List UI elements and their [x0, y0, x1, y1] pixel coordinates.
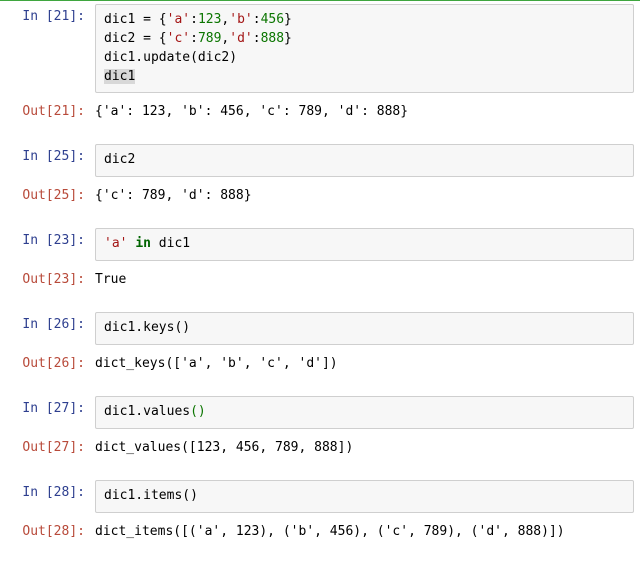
- output-text: {'c': 789, 'd': 888}: [95, 180, 640, 211]
- prompt-out: Out[27]:: [0, 432, 95, 463]
- code-keyword: in: [135, 236, 151, 251]
- code-text: dic1: [151, 236, 190, 251]
- output-cell: Out[23]: True: [0, 264, 640, 295]
- output-cell: Out[27]: dict_values([123, 456, 789, 888…: [0, 432, 640, 463]
- code-text: dic1.values: [104, 404, 190, 419]
- output-text: {'a': 123, 'b': 456, 'c': 789, 'd': 888}: [95, 96, 640, 127]
- prompt-out: Out[21]:: [0, 96, 95, 127]
- code-text: }: [284, 12, 292, 27]
- prompt-out: Out[26]:: [0, 348, 95, 379]
- code-text: :: [253, 12, 261, 27]
- code-input[interactable]: dic2: [95, 144, 634, 177]
- code-string: 'c': [167, 31, 190, 46]
- code-string: 'a': [167, 12, 190, 27]
- code-input[interactable]: dic1.items(): [95, 480, 634, 513]
- code-number: 456: [261, 12, 284, 27]
- code-input[interactable]: dic1.keys(): [95, 312, 634, 345]
- code-number: 789: [198, 31, 221, 46]
- prompt-in: In [25]:: [0, 141, 95, 172]
- code-text: :: [190, 12, 198, 27]
- output-text: dict_items([('a', 123), ('b', 456), ('c'…: [95, 516, 640, 547]
- code-text: dic1 = {: [104, 12, 167, 27]
- input-cell: In [28]: dic1.items(): [0, 477, 640, 516]
- output-text: dict_values([123, 456, 789, 888]): [95, 432, 640, 463]
- input-cell: In [23]: 'a' in dic1: [0, 225, 640, 264]
- prompt-in: In [27]:: [0, 393, 95, 424]
- code-text: :: [190, 31, 198, 46]
- input-cell: In [21]: dic1 = {'a':123,'b':456} dic2 =…: [0, 1, 640, 96]
- selected-text: dic1: [104, 69, 135, 84]
- input-cell: In [26]: dic1.keys(): [0, 309, 640, 348]
- code-string: 'b': [229, 12, 252, 27]
- input-cell: In [27]: dic1.values(): [0, 393, 640, 432]
- input-cell: In [25]: dic2: [0, 141, 640, 180]
- prompt-out: Out[23]:: [0, 264, 95, 295]
- output-text: True: [95, 264, 640, 295]
- output-cell: Out[21]: {'a': 123, 'b': 456, 'c': 789, …: [0, 96, 640, 127]
- prompt-out: Out[25]:: [0, 180, 95, 211]
- code-number: 888: [261, 31, 284, 46]
- code-paren: (): [190, 404, 206, 419]
- code-string: 'd': [229, 31, 252, 46]
- code-input[interactable]: 'a' in dic1: [95, 228, 634, 261]
- code-text: dic2 = {: [104, 31, 167, 46]
- code-text: dic1.update(dic2): [104, 50, 237, 65]
- output-text: dict_keys(['a', 'b', 'c', 'd']): [95, 348, 640, 379]
- code-number: 123: [198, 12, 221, 27]
- code-text: }: [284, 31, 292, 46]
- code-input[interactable]: dic1.values(): [95, 396, 634, 429]
- code-input[interactable]: dic1 = {'a':123,'b':456} dic2 = {'c':789…: [95, 4, 634, 93]
- output-cell: Out[26]: dict_keys(['a', 'b', 'c', 'd']): [0, 348, 640, 379]
- prompt-in: In [26]:: [0, 309, 95, 340]
- prompt-in: In [23]:: [0, 225, 95, 256]
- code-text: :: [253, 31, 261, 46]
- code-text: dic1.keys(): [104, 320, 190, 335]
- code-string: 'a': [104, 236, 127, 251]
- output-cell: Out[28]: dict_items([('a', 123), ('b', 4…: [0, 516, 640, 547]
- code-text: dic1.items(): [104, 488, 198, 503]
- prompt-out: Out[28]:: [0, 516, 95, 547]
- output-cell: Out[25]: {'c': 789, 'd': 888}: [0, 180, 640, 211]
- prompt-in: In [28]:: [0, 477, 95, 508]
- prompt-in: In [21]:: [0, 1, 95, 32]
- code-text: dic2: [104, 152, 135, 167]
